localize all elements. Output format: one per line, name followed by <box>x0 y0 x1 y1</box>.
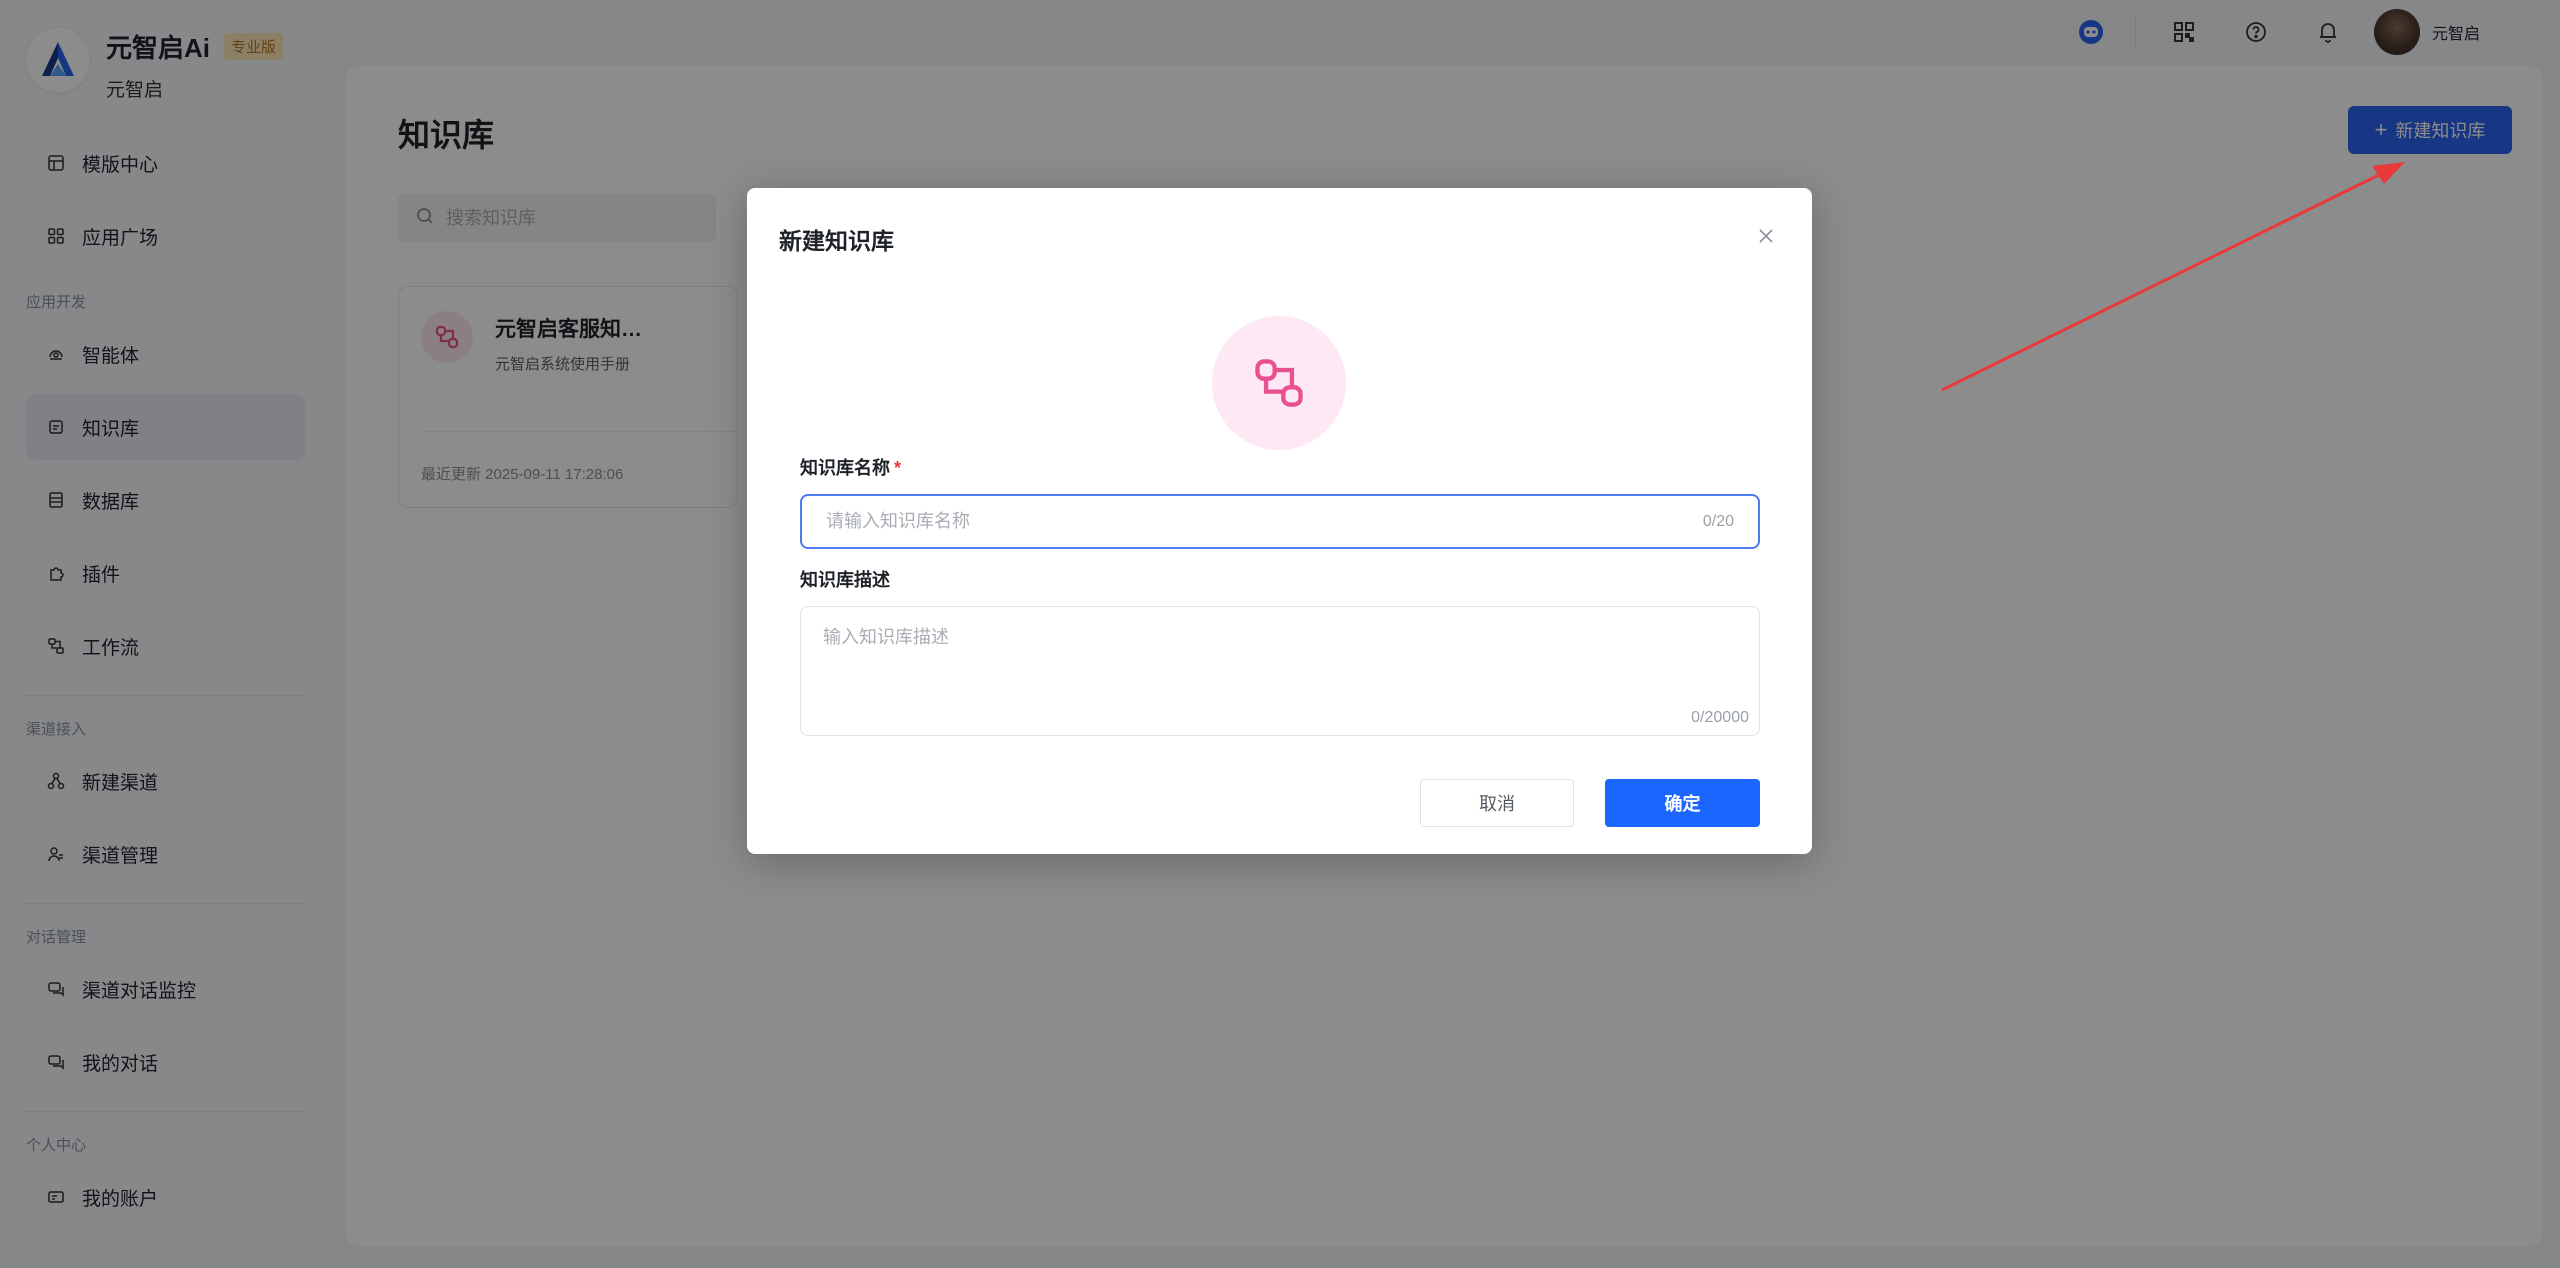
confirm-button[interactable]: 确定 <box>1605 779 1760 827</box>
description-counter: 0/20000 <box>1691 709 1749 726</box>
description-field[interactable]: 0/20000 <box>800 606 1760 736</box>
dialog-title: 新建知识库 <box>779 228 894 254</box>
cancel-button[interactable]: 取消 <box>1420 779 1574 827</box>
close-icon[interactable] <box>1754 224 1778 248</box>
new-knowledge-base-dialog: 新建知识库 知识库名称* 0/20 知识库描述 0/20000 取消 确定 <box>747 188 1812 854</box>
description-input[interactable] <box>823 623 1723 703</box>
name-label-text: 知识库名称 <box>800 458 890 478</box>
description-label: 知识库描述 <box>800 570 890 590</box>
name-input[interactable] <box>826 511 1703 532</box>
required-mark: * <box>894 458 902 478</box>
name-counter: 0/20 <box>1702 512 1734 530</box>
knowledge-base-avatar[interactable] <box>1212 316 1346 450</box>
name-field[interactable]: 0/20 <box>800 494 1760 549</box>
name-label: 知识库名称 * <box>800 454 901 480</box>
